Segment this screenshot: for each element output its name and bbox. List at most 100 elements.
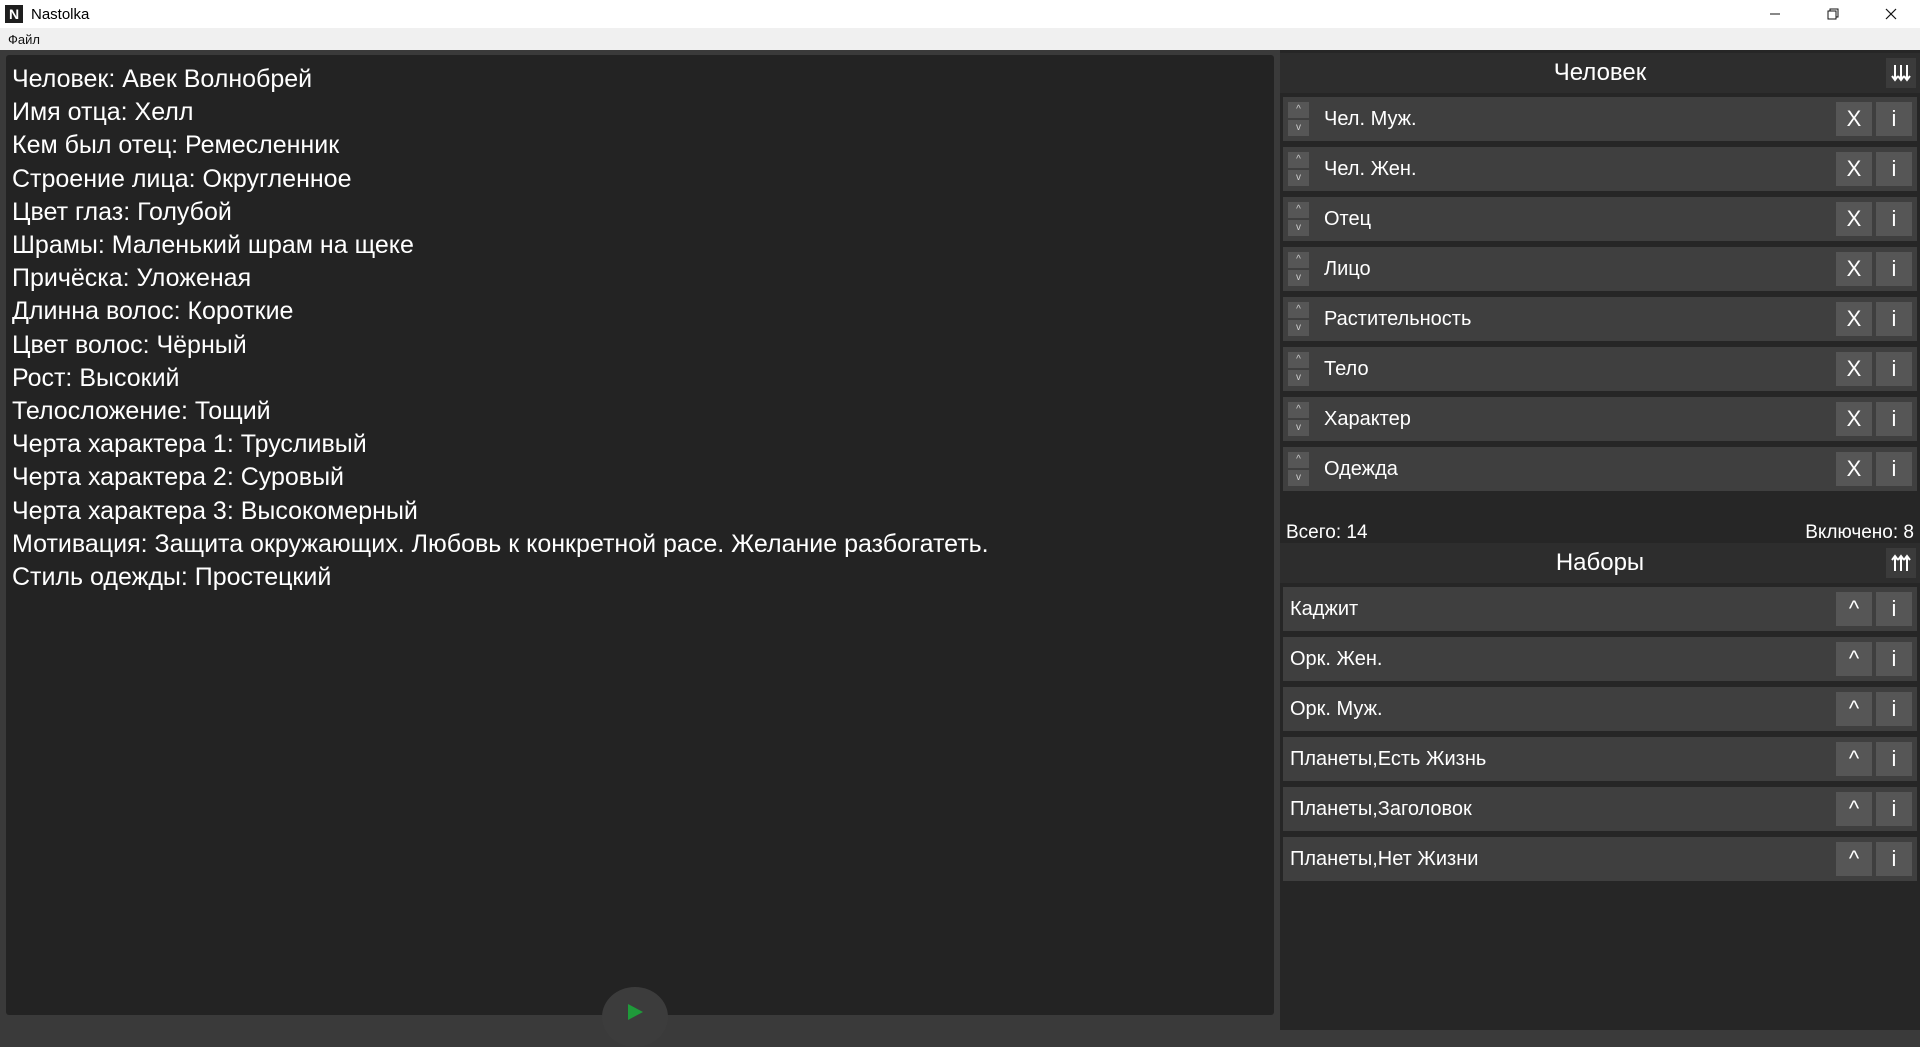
generator-row[interactable]: ^ v Одежда Xi <box>1283 447 1917 491</box>
output-text: Человек: Авек Волнобрей Имя отца: Хелл Кем… <box>12 63 989 594</box>
generator-label: Тело <box>1324 358 1369 380</box>
output-line: Человек: Авек Волнобрей <box>12 65 313 93</box>
move-up-button[interactable]: ^ <box>1288 452 1309 468</box>
move-up-button[interactable]: ^ <box>1288 102 1309 118</box>
generator-label: Отец <box>1324 208 1372 230</box>
info-button[interactable]: i <box>1876 252 1912 286</box>
info-button[interactable]: i <box>1876 792 1912 826</box>
output-line: Кем был отец: Ремесленник <box>12 131 340 160</box>
generator-label: Характер <box>1324 408 1411 430</box>
menu-file[interactable]: Файл <box>8 32 40 47</box>
add-set-button[interactable]: ^ <box>1836 842 1872 876</box>
move-up-button[interactable]: ^ <box>1288 202 1309 218</box>
set-row[interactable]: Планеты,Нет Жизни ^ i <box>1283 837 1917 881</box>
reorder-buttons: ^ v <box>1288 352 1309 386</box>
output-line: Телосложение: Тощий <box>12 397 271 426</box>
generators-sort-button[interactable] <box>1886 58 1916 88</box>
set-row[interactable]: Каджит ^ i <box>1283 587 1917 631</box>
move-down-button[interactable]: v <box>1288 270 1309 286</box>
minimize-icon[interactable] <box>1746 0 1804 28</box>
info-button[interactable]: i <box>1876 842 1912 876</box>
set-row[interactable]: Планеты,Есть Жизнь ^ i <box>1283 737 1917 781</box>
add-set-button[interactable]: ^ <box>1836 742 1872 776</box>
generator-row[interactable]: ^ v Характер Xi <box>1283 397 1917 441</box>
generator-label: Растительность <box>1324 308 1472 330</box>
remove-button[interactable]: X <box>1836 202 1872 236</box>
set-row[interactable]: Орк. Жен. ^ i <box>1283 637 1917 681</box>
restore-icon[interactable] <box>1804 0 1862 28</box>
info-button[interactable]: i <box>1876 152 1912 186</box>
move-up-button[interactable]: ^ <box>1288 352 1309 368</box>
info-button[interactable]: i <box>1876 742 1912 776</box>
sets-sort-button[interactable] <box>1886 548 1916 578</box>
set-row[interactable]: Планеты,Заголовок ^ i <box>1283 787 1917 831</box>
set-label: Каджит <box>1290 598 1359 620</box>
total-count: Всего: 14 <box>1286 522 1368 543</box>
output-line: Черта характера 1: Трусливый <box>12 430 367 459</box>
move-down-button[interactable]: v <box>1288 420 1309 436</box>
output-line: Черта характера 2: Суровый <box>12 463 345 492</box>
window-controls <box>1746 0 1920 28</box>
info-button[interactable]: i <box>1876 692 1912 726</box>
move-up-button[interactable]: ^ <box>1288 152 1309 168</box>
remove-button[interactable]: X <box>1836 102 1872 136</box>
move-up-button[interactable]: ^ <box>1288 302 1309 318</box>
info-button[interactable]: i <box>1876 402 1912 436</box>
output-panel[interactable]: Человек: Авек Волнобрей Имя отца: Хелл Кем… <box>6 55 1274 1015</box>
right-panel: Человек ^ v Чел. Муж. Xi ^ v Чел. Жен. Xi ^ v Отец… <box>1280 50 1920 1030</box>
add-set-button[interactable]: ^ <box>1836 692 1872 726</box>
remove-button[interactable]: X <box>1836 302 1872 336</box>
enabled-count: Включено: 8 <box>1805 522 1914 543</box>
set-label: Планеты,Есть Жизнь <box>1290 748 1487 770</box>
generator-row[interactable]: ^ v Отец Xi <box>1283 197 1917 241</box>
info-button[interactable]: i <box>1876 102 1912 136</box>
sort-icon <box>1891 65 1911 82</box>
app-icon: N <box>5 5 23 23</box>
move-up-button[interactable]: ^ <box>1288 252 1309 268</box>
generator-row[interactable]: ^ v Тело Xi <box>1283 347 1917 391</box>
remove-button[interactable]: X <box>1836 252 1872 286</box>
info-button[interactable]: i <box>1876 352 1912 386</box>
add-set-button[interactable]: ^ <box>1836 592 1872 626</box>
reorder-buttons: ^ v <box>1288 452 1309 486</box>
info-button[interactable]: i <box>1876 642 1912 676</box>
move-down-button[interactable]: v <box>1288 170 1309 186</box>
remove-button[interactable]: X <box>1836 452 1872 486</box>
set-label: Орк. Жен. <box>1290 648 1383 670</box>
move-down-button[interactable]: v <box>1288 470 1309 486</box>
output-line: Мотивация: Защита окружающих. Любовь к к… <box>12 529 989 558</box>
generator-row[interactable]: ^ v Растительность Xi <box>1283 297 1917 341</box>
output-line: Стиль одежды: Простецкий <box>12 563 332 592</box>
remove-button[interactable]: X <box>1836 152 1872 186</box>
reorder-buttons: ^ v <box>1288 252 1309 286</box>
info-button[interactable]: i <box>1876 592 1912 626</box>
output-line: Черта характера 3: Высокомерный <box>12 496 418 525</box>
menu-bar: Файл <box>0 28 1920 50</box>
info-button[interactable]: i <box>1876 302 1912 336</box>
info-button[interactable]: i <box>1876 202 1912 236</box>
generate-button[interactable] <box>602 987 668 1047</box>
window-title: Nastolka <box>31 5 90 23</box>
info-button[interactable]: i <box>1876 452 1912 486</box>
remove-button[interactable]: X <box>1836 352 1872 386</box>
add-set-button[interactable]: ^ <box>1836 642 1872 676</box>
set-row[interactable]: Орк. Муж. ^ i <box>1283 687 1917 731</box>
close-icon[interactable] <box>1862 0 1920 28</box>
generator-label: Лицо <box>1324 258 1371 280</box>
add-set-button[interactable]: ^ <box>1836 792 1872 826</box>
move-down-button[interactable]: v <box>1288 220 1309 236</box>
set-label: Орк. Муж. <box>1290 698 1383 720</box>
move-down-button[interactable]: v <box>1288 370 1309 386</box>
generator-row[interactable]: ^ v Чел. Муж. Xi <box>1283 97 1917 141</box>
move-down-button[interactable]: v <box>1288 120 1309 136</box>
generator-row[interactable]: ^ v Чел. Жен. Xi <box>1283 147 1917 191</box>
output-line: Длинна волос: Короткие <box>12 297 294 326</box>
move-down-button[interactable]: v <box>1288 320 1309 336</box>
generator-row[interactable]: ^ v Лицо Xi <box>1283 247 1917 291</box>
play-icon <box>628 1004 643 1020</box>
reorder-buttons: ^ v <box>1288 302 1309 336</box>
reorder-buttons: ^ v <box>1288 152 1309 186</box>
sets-title: Наборы <box>1555 549 1645 576</box>
move-up-button[interactable]: ^ <box>1288 402 1309 418</box>
remove-button[interactable]: X <box>1836 402 1872 436</box>
